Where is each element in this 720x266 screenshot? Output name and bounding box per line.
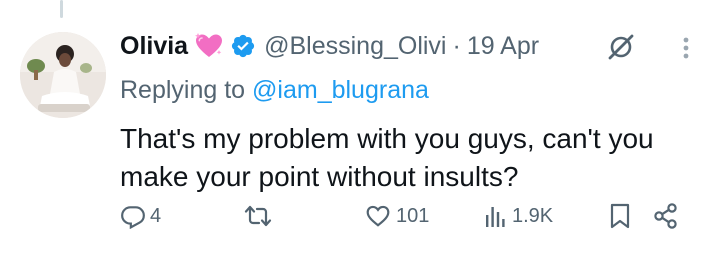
analytics-icon: [486, 207, 505, 227]
tweet-body: That's my problem with you guys, can't y…: [120, 120, 700, 196]
verified-badge-icon[interactable]: [230, 33, 256, 59]
heart-icon: [366, 205, 390, 227]
reply-button[interactable]: 4: [120, 196, 161, 236]
separator-dot: ·: [452, 31, 461, 60]
tweet-actions-bar: 4 101 1.9K: [120, 196, 690, 236]
more-options-icon[interactable]: [676, 32, 696, 64]
views-count: 1.9K: [512, 204, 554, 227]
like-button[interactable]: 101: [364, 196, 429, 236]
bookmark-icon: [610, 203, 630, 229]
thread-connector-line: [60, 0, 63, 18]
reply-icon: [121, 206, 145, 229]
replying-to-label: Replying to: [120, 76, 246, 104]
tweet-content: Olivia @Blessing_Olivi · 19 Apr Replying…: [120, 26, 710, 196]
user-handle[interactable]: @Blessing_Olivi: [264, 32, 446, 61]
tweet-text-line-1: That's my problem with you guys, can't y…: [120, 123, 654, 154]
sparkling-heart-icon: [194, 32, 224, 60]
replying-to-line: Replying to @iam_blugrana: [120, 70, 710, 110]
like-count: 101: [396, 204, 430, 227]
retweet-icon: [244, 205, 272, 227]
retweet-button[interactable]: [244, 196, 276, 236]
grok-icon[interactable]: [604, 30, 638, 64]
tweet-text-line-2: make your point without insults?: [120, 161, 519, 192]
display-name[interactable]: Olivia: [120, 32, 188, 61]
views-button[interactable]: 1.9K: [484, 196, 553, 236]
share-icon: [654, 203, 677, 229]
reply-count: 4: [150, 204, 162, 227]
bookmark-button[interactable]: [608, 196, 632, 236]
tweet-date[interactable]: 19 Apr: [467, 32, 539, 61]
tweet-card[interactable]: Olivia @Blessing_Olivi · 19 Apr Replying…: [0, 0, 720, 266]
avatar-photo: [20, 32, 106, 118]
avatar[interactable]: [20, 32, 106, 118]
reply-mention-link[interactable]: @iam_blugrana: [252, 76, 429, 104]
share-button[interactable]: [652, 196, 680, 236]
